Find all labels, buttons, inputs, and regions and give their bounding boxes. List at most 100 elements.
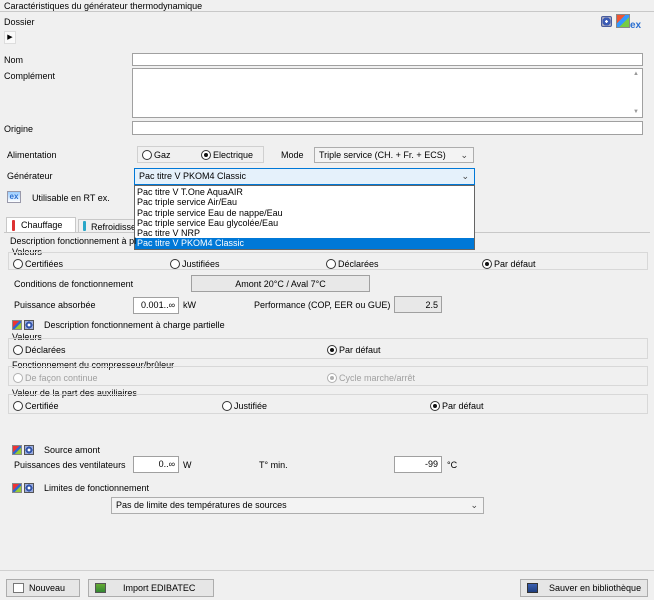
radio-justifiees-indicator[interactable] bbox=[170, 259, 180, 269]
complement-label: Complément bbox=[4, 71, 56, 81]
radio-par-defaut[interactable]: Par défaut bbox=[482, 258, 536, 270]
ventilateurs-label: Puissances des ventilateurs bbox=[14, 460, 126, 470]
triangle-right-icon: ▶ bbox=[7, 34, 13, 41]
conditions-label: Conditions de fonctionnement bbox=[14, 279, 134, 289]
puissance-unit: kW bbox=[183, 300, 196, 310]
multicolor-icon bbox=[12, 483, 22, 493]
generateur-select[interactable]: Pac titre V PKOM4 Classic ⌄ bbox=[134, 168, 475, 185]
list-item[interactable]: Pac titre V T.One AquaAIR bbox=[135, 187, 474, 197]
ex-icon: ex bbox=[7, 191, 21, 203]
radio-aux-certifiee-label: Certifiée bbox=[25, 401, 59, 411]
radio-aux-par-defaut-indicator[interactable] bbox=[430, 401, 440, 411]
radio-declarees[interactable]: Déclarées bbox=[326, 258, 379, 270]
radio-continue-indicator bbox=[13, 373, 23, 383]
section-icons bbox=[12, 320, 38, 330]
radio-declarees-indicator[interactable] bbox=[326, 259, 336, 269]
mode-select-value: Triple service (CH. + Fr. + ECS) bbox=[319, 150, 446, 160]
section-icons bbox=[12, 445, 38, 455]
source-amont-title: Source amont bbox=[44, 445, 101, 455]
radio-continue-label: De façon continue bbox=[25, 373, 98, 383]
radio-par-defaut-indicator[interactable] bbox=[482, 259, 492, 269]
ventilateurs-input[interactable]: 0..∞ bbox=[133, 456, 179, 473]
footer-divider bbox=[0, 570, 654, 571]
radio-justifiees[interactable]: Justifiées bbox=[170, 258, 220, 270]
radio-electrique-label: Electrique bbox=[213, 150, 254, 160]
radio-partielle-par-defaut-label: Par défaut bbox=[339, 345, 381, 355]
radio-justifiees-label: Justifiées bbox=[182, 259, 220, 269]
list-item[interactable]: Pac titre V NRP bbox=[135, 228, 474, 238]
radio-continue: De façon continue bbox=[13, 372, 98, 384]
radio-partielle-declarees-indicator[interactable] bbox=[13, 345, 23, 355]
tmin-input[interactable]: -99 bbox=[394, 456, 442, 473]
origine-input[interactable] bbox=[132, 121, 643, 135]
new-document-icon bbox=[13, 583, 24, 593]
radio-electrique[interactable]: Electrique bbox=[201, 149, 253, 161]
generateur-dropdown-list[interactable]: Pac titre V T.One AquaAIR Pac triple ser… bbox=[134, 185, 475, 250]
radio-aux-justifiee-label: Justifiée bbox=[234, 401, 268, 411]
radio-par-defaut-label: Par défaut bbox=[494, 259, 536, 269]
list-item[interactable]: Pac triple service Eau glycolée/Eau bbox=[135, 218, 474, 228]
multicolor-icon bbox=[12, 445, 22, 455]
radio-aux-certifiee-indicator[interactable] bbox=[13, 401, 23, 411]
radio-aux-par-defaut[interactable]: Par défaut bbox=[430, 400, 484, 412]
multicolor-icon[interactable] bbox=[616, 14, 630, 28]
scroll-down-icon[interactable]: ▼ bbox=[633, 109, 639, 115]
section-icons bbox=[12, 483, 38, 493]
list-item[interactable]: Pac triple service Air/Eau bbox=[135, 197, 474, 207]
radio-electrique-indicator[interactable] bbox=[201, 150, 211, 160]
puissance-label: Puissance absorbée bbox=[14, 300, 96, 310]
nom-label: Nom bbox=[4, 55, 24, 65]
radio-certifiees-indicator[interactable] bbox=[13, 259, 23, 269]
origine-label: Origine bbox=[4, 124, 34, 134]
sauver-bibliotheque-label: Sauver en bibliothèque bbox=[549, 583, 642, 593]
radio-declarees-label: Déclarées bbox=[338, 259, 379, 269]
mode-label: Mode bbox=[281, 150, 304, 160]
tab-chauffage[interactable]: Chauffage bbox=[6, 217, 76, 232]
scroll-up-icon[interactable]: ▲ bbox=[633, 71, 639, 77]
import-edibatec-label: Import EDIBATEC bbox=[123, 583, 196, 593]
alimentation-label: Alimentation bbox=[7, 150, 57, 160]
radio-aux-certifiee[interactable]: Certifiée bbox=[13, 400, 59, 412]
snowflake-icon bbox=[24, 320, 34, 330]
expand-dossier-button[interactable]: ▶ bbox=[4, 31, 16, 44]
performance-label: Performance (COP, EER ou GUE) bbox=[254, 300, 391, 310]
snowflake-icon bbox=[24, 483, 34, 493]
radio-partielle-par-defaut-indicator[interactable] bbox=[327, 345, 337, 355]
nouveau-button[interactable]: Nouveau bbox=[6, 579, 80, 597]
complement-textarea[interactable]: ▲ ▼ bbox=[132, 68, 643, 118]
save-icon bbox=[527, 583, 538, 593]
nouveau-label: Nouveau bbox=[29, 583, 66, 593]
limites-title: Limites de fonctionnement bbox=[44, 483, 150, 493]
radio-certifiees[interactable]: Certifiées bbox=[13, 258, 63, 270]
ex-icon[interactable]: ex bbox=[630, 19, 646, 32]
dossier-label: Dossier bbox=[4, 17, 35, 27]
puissance-input[interactable]: 0.001..∞ bbox=[133, 297, 179, 314]
snowflake-icon[interactable] bbox=[601, 16, 612, 27]
title-divider bbox=[0, 11, 654, 12]
list-item[interactable]: Pac triple service Eau de nappe/Eau bbox=[135, 208, 474, 218]
tab-chauffage-label: Chauffage bbox=[21, 220, 63, 230]
radio-partielle-par-defaut[interactable]: Par défaut bbox=[327, 344, 381, 356]
radio-gaz[interactable]: Gaz bbox=[142, 149, 171, 161]
nom-input[interactable] bbox=[132, 53, 643, 66]
limites-select[interactable]: Pas de limite des températures de source… bbox=[111, 497, 484, 514]
tab-refroidissement-label: Refroidisse bbox=[91, 222, 137, 232]
tab-refroidissement[interactable]: Refroidisse bbox=[78, 219, 138, 232]
radio-partielle-declarees[interactable]: Déclarées bbox=[13, 344, 66, 356]
thermometer-icon bbox=[12, 220, 15, 231]
ventilateurs-unit: W bbox=[183, 460, 192, 470]
mode-select[interactable]: Triple service (CH. + Fr. + ECS) ⌄ bbox=[314, 147, 474, 163]
import-edibatec-button[interactable]: Import EDIBATEC bbox=[88, 579, 214, 597]
charge-partielle-title: Description fonctionnement à charge part… bbox=[44, 320, 225, 330]
radio-aux-justifiee-indicator[interactable] bbox=[222, 401, 232, 411]
radio-aux-justifiee[interactable]: Justifiée bbox=[222, 400, 267, 412]
snowflake-icon bbox=[24, 445, 34, 455]
generateur-label: Générateur bbox=[7, 171, 53, 181]
sauver-bibliotheque-button[interactable]: Sauver en bibliothèque bbox=[520, 579, 648, 597]
chevron-down-icon: ⌄ bbox=[470, 500, 478, 510]
chevron-down-icon: ⌄ bbox=[460, 150, 468, 160]
list-item-selected[interactable]: Pac titre V PKOM4 Classic bbox=[135, 238, 474, 249]
chevron-down-icon: ⌄ bbox=[461, 171, 469, 181]
multicolor-icon bbox=[12, 320, 22, 330]
radio-gaz-indicator[interactable] bbox=[142, 150, 152, 160]
